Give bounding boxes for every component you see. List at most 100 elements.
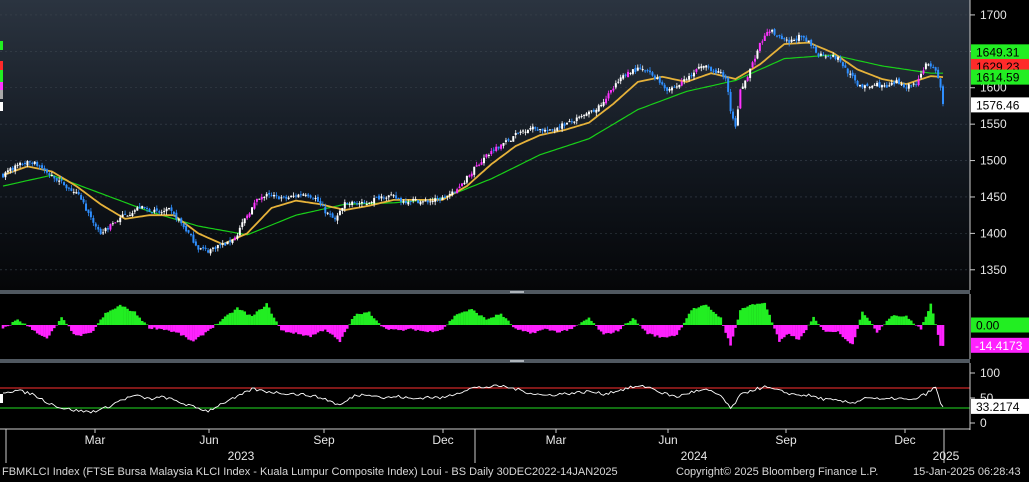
panel-divider-2[interactable] — [0, 359, 970, 363]
oscillator-bar — [939, 325, 942, 346]
candle-body — [492, 149, 495, 151]
candle-body — [790, 39, 793, 42]
oscillator-bar — [101, 317, 105, 325]
candle-body — [316, 196, 319, 202]
price-axis: 13501400145015001550160016501700 — [969, 0, 1007, 290]
rsi-axis: 05010033.2174 — [969, 363, 1029, 430]
oscillator-bar — [118, 304, 122, 325]
panel-divider-1[interactable] — [0, 290, 970, 294]
candle-body — [82, 199, 85, 203]
candle-body — [880, 85, 883, 88]
oscillator-bar — [714, 313, 718, 325]
oscillator-bar — [211, 325, 215, 328]
candle-body — [397, 197, 400, 199]
rsi-last-tag: 33.2174 — [971, 398, 1029, 414]
candle-body — [214, 247, 217, 249]
candle-body — [670, 87, 673, 91]
divider-handle-1[interactable] — [510, 291, 524, 293]
oscillator-bar — [526, 325, 530, 332]
oscillator-bar — [57, 320, 61, 325]
candle-body — [190, 234, 192, 236]
oscillator-bar — [626, 322, 630, 325]
oscillator-bar — [551, 325, 554, 331]
oscillator-bar — [450, 319, 454, 325]
oscillator-bar — [504, 318, 508, 325]
candle-body — [150, 212, 153, 214]
oscillator-bar — [594, 325, 598, 326]
oscillator-bar — [209, 325, 212, 329]
oscillator-bar — [577, 324, 581, 326]
candle-body — [160, 212, 163, 214]
candle-body — [609, 90, 612, 93]
candle-body — [829, 57, 832, 59]
candle-body — [912, 83, 915, 85]
candle-body — [658, 76, 661, 83]
candle-body — [248, 213, 251, 217]
oscillator-bar — [157, 325, 161, 329]
oscillator-bar — [385, 325, 388, 329]
candle-body — [224, 242, 227, 246]
candle-body — [60, 179, 63, 181]
candle-body — [517, 132, 520, 134]
candle-body — [700, 66, 703, 69]
candle-body — [89, 211, 92, 218]
oscillator-bar — [199, 325, 203, 336]
oscillator-bar — [265, 303, 268, 325]
candle-body — [192, 234, 195, 243]
oscillator-bar — [824, 325, 828, 332]
oscillator-bar — [575, 325, 579, 326]
oscillator-bar — [43, 325, 46, 337]
candle-body — [299, 194, 302, 196]
candle-body — [143, 206, 146, 209]
oscillator-bar — [416, 325, 420, 330]
oscillator-bar — [187, 325, 190, 340]
candle-body — [619, 77, 622, 82]
oscillator-bar — [814, 320, 818, 325]
oscillator-bar — [494, 314, 498, 325]
candle-body — [28, 161, 31, 163]
oscillator-bar — [84, 325, 88, 334]
candle-body — [390, 194, 393, 196]
oscillator-bar — [306, 325, 310, 336]
oscillator-bar — [260, 309, 264, 325]
candle-body — [595, 109, 598, 113]
oscillator-bar — [834, 325, 837, 332]
year-label: 2023 — [228, 449, 255, 463]
candle-body — [399, 197, 402, 202]
candle-body — [426, 200, 429, 203]
oscillator-bar — [743, 307, 747, 325]
candle-body — [575, 117, 578, 122]
candle-body — [714, 69, 717, 74]
candle-body — [544, 129, 547, 132]
price-tick-label: 1700 — [980, 8, 1007, 22]
candle-body — [404, 201, 407, 204]
candle-body — [675, 86, 678, 88]
oscillator-bar — [277, 325, 281, 327]
oscillator-bar — [536, 325, 540, 332]
oscillator-bar — [931, 313, 935, 325]
oscillator-bar — [148, 325, 151, 329]
candle-body — [358, 203, 361, 205]
oscillator-bar — [463, 311, 466, 325]
oscillator-bar — [284, 325, 288, 333]
oscillator-bar — [414, 325, 417, 331]
oscillator-bar — [802, 325, 806, 334]
candle-body — [849, 73, 852, 75]
oscillator-bar — [568, 325, 571, 330]
candle-body — [612, 88, 615, 91]
candle-body — [590, 110, 593, 112]
oscillator-bar — [446, 324, 449, 326]
oscillator-bar — [851, 325, 854, 345]
oscillator-bar — [553, 325, 557, 331]
oscillator-bar — [460, 312, 464, 325]
oscillator-bar — [907, 318, 911, 325]
candle-body — [656, 77, 659, 80]
candle-body — [763, 35, 766, 41]
oscillator-bar — [511, 325, 515, 328]
oscillator-bar — [936, 325, 940, 335]
oscillator-bar — [582, 320, 586, 325]
divider-handle-2[interactable] — [510, 360, 524, 362]
candle-body — [85, 203, 88, 211]
oscillator-bar — [697, 307, 701, 325]
oscillator-bar — [436, 325, 439, 332]
